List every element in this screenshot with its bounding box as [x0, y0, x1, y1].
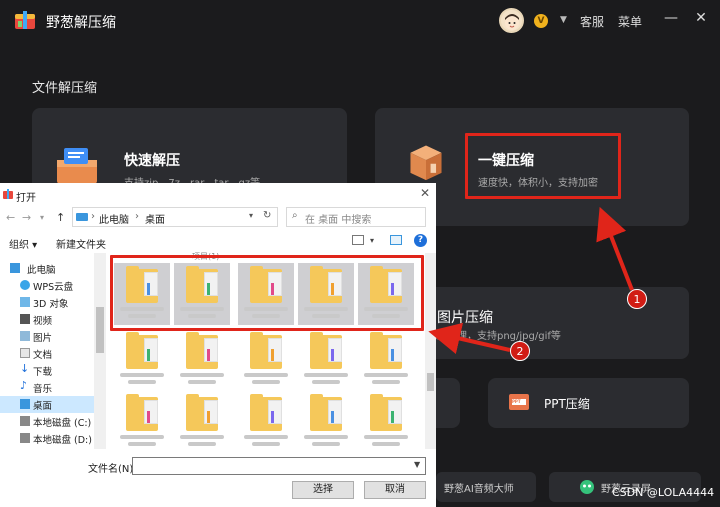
annotation-badge-2: 2: [510, 341, 530, 361]
arrow-1: [596, 206, 634, 291]
watermark: CSDN @LOLA4444: [612, 486, 715, 499]
annotation-badge-1: 1: [627, 289, 647, 309]
arrow-2: [428, 322, 511, 355]
annotation-arrows: [428, 206, 634, 355]
